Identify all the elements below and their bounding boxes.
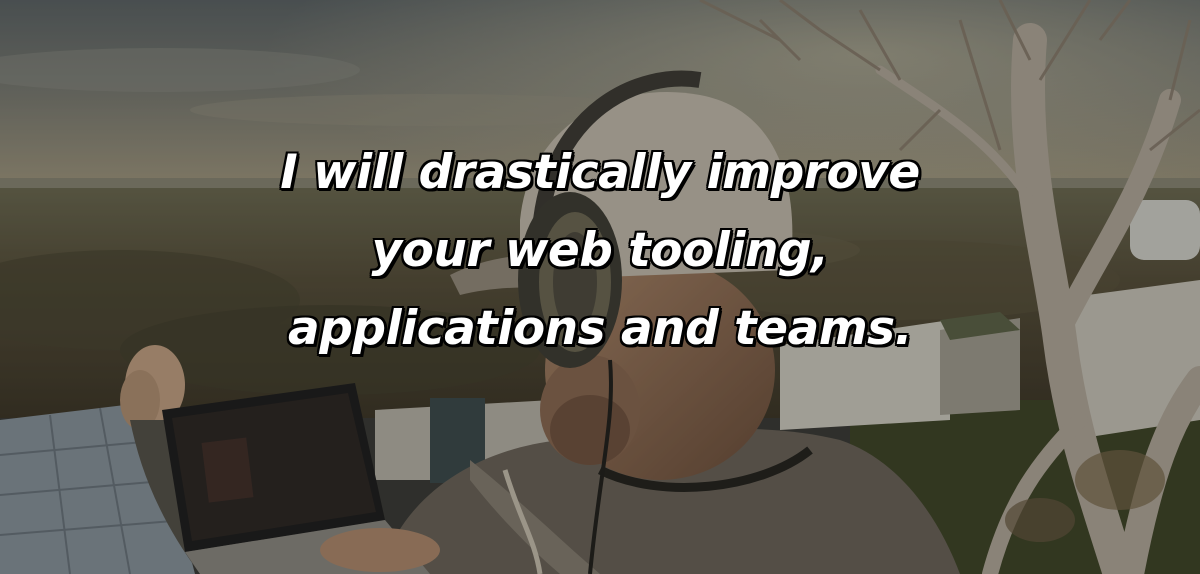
hero-headline: I will drastically improve your web tool…: [0, 134, 1200, 368]
headline-line-1: I will drastically improve: [280, 145, 920, 200]
headline-line-2: your web tooling,: [371, 223, 829, 278]
headline-line-3: applications and teams.: [287, 301, 913, 356]
hero-banner: I will drastically improve your web tool…: [0, 0, 1200, 574]
